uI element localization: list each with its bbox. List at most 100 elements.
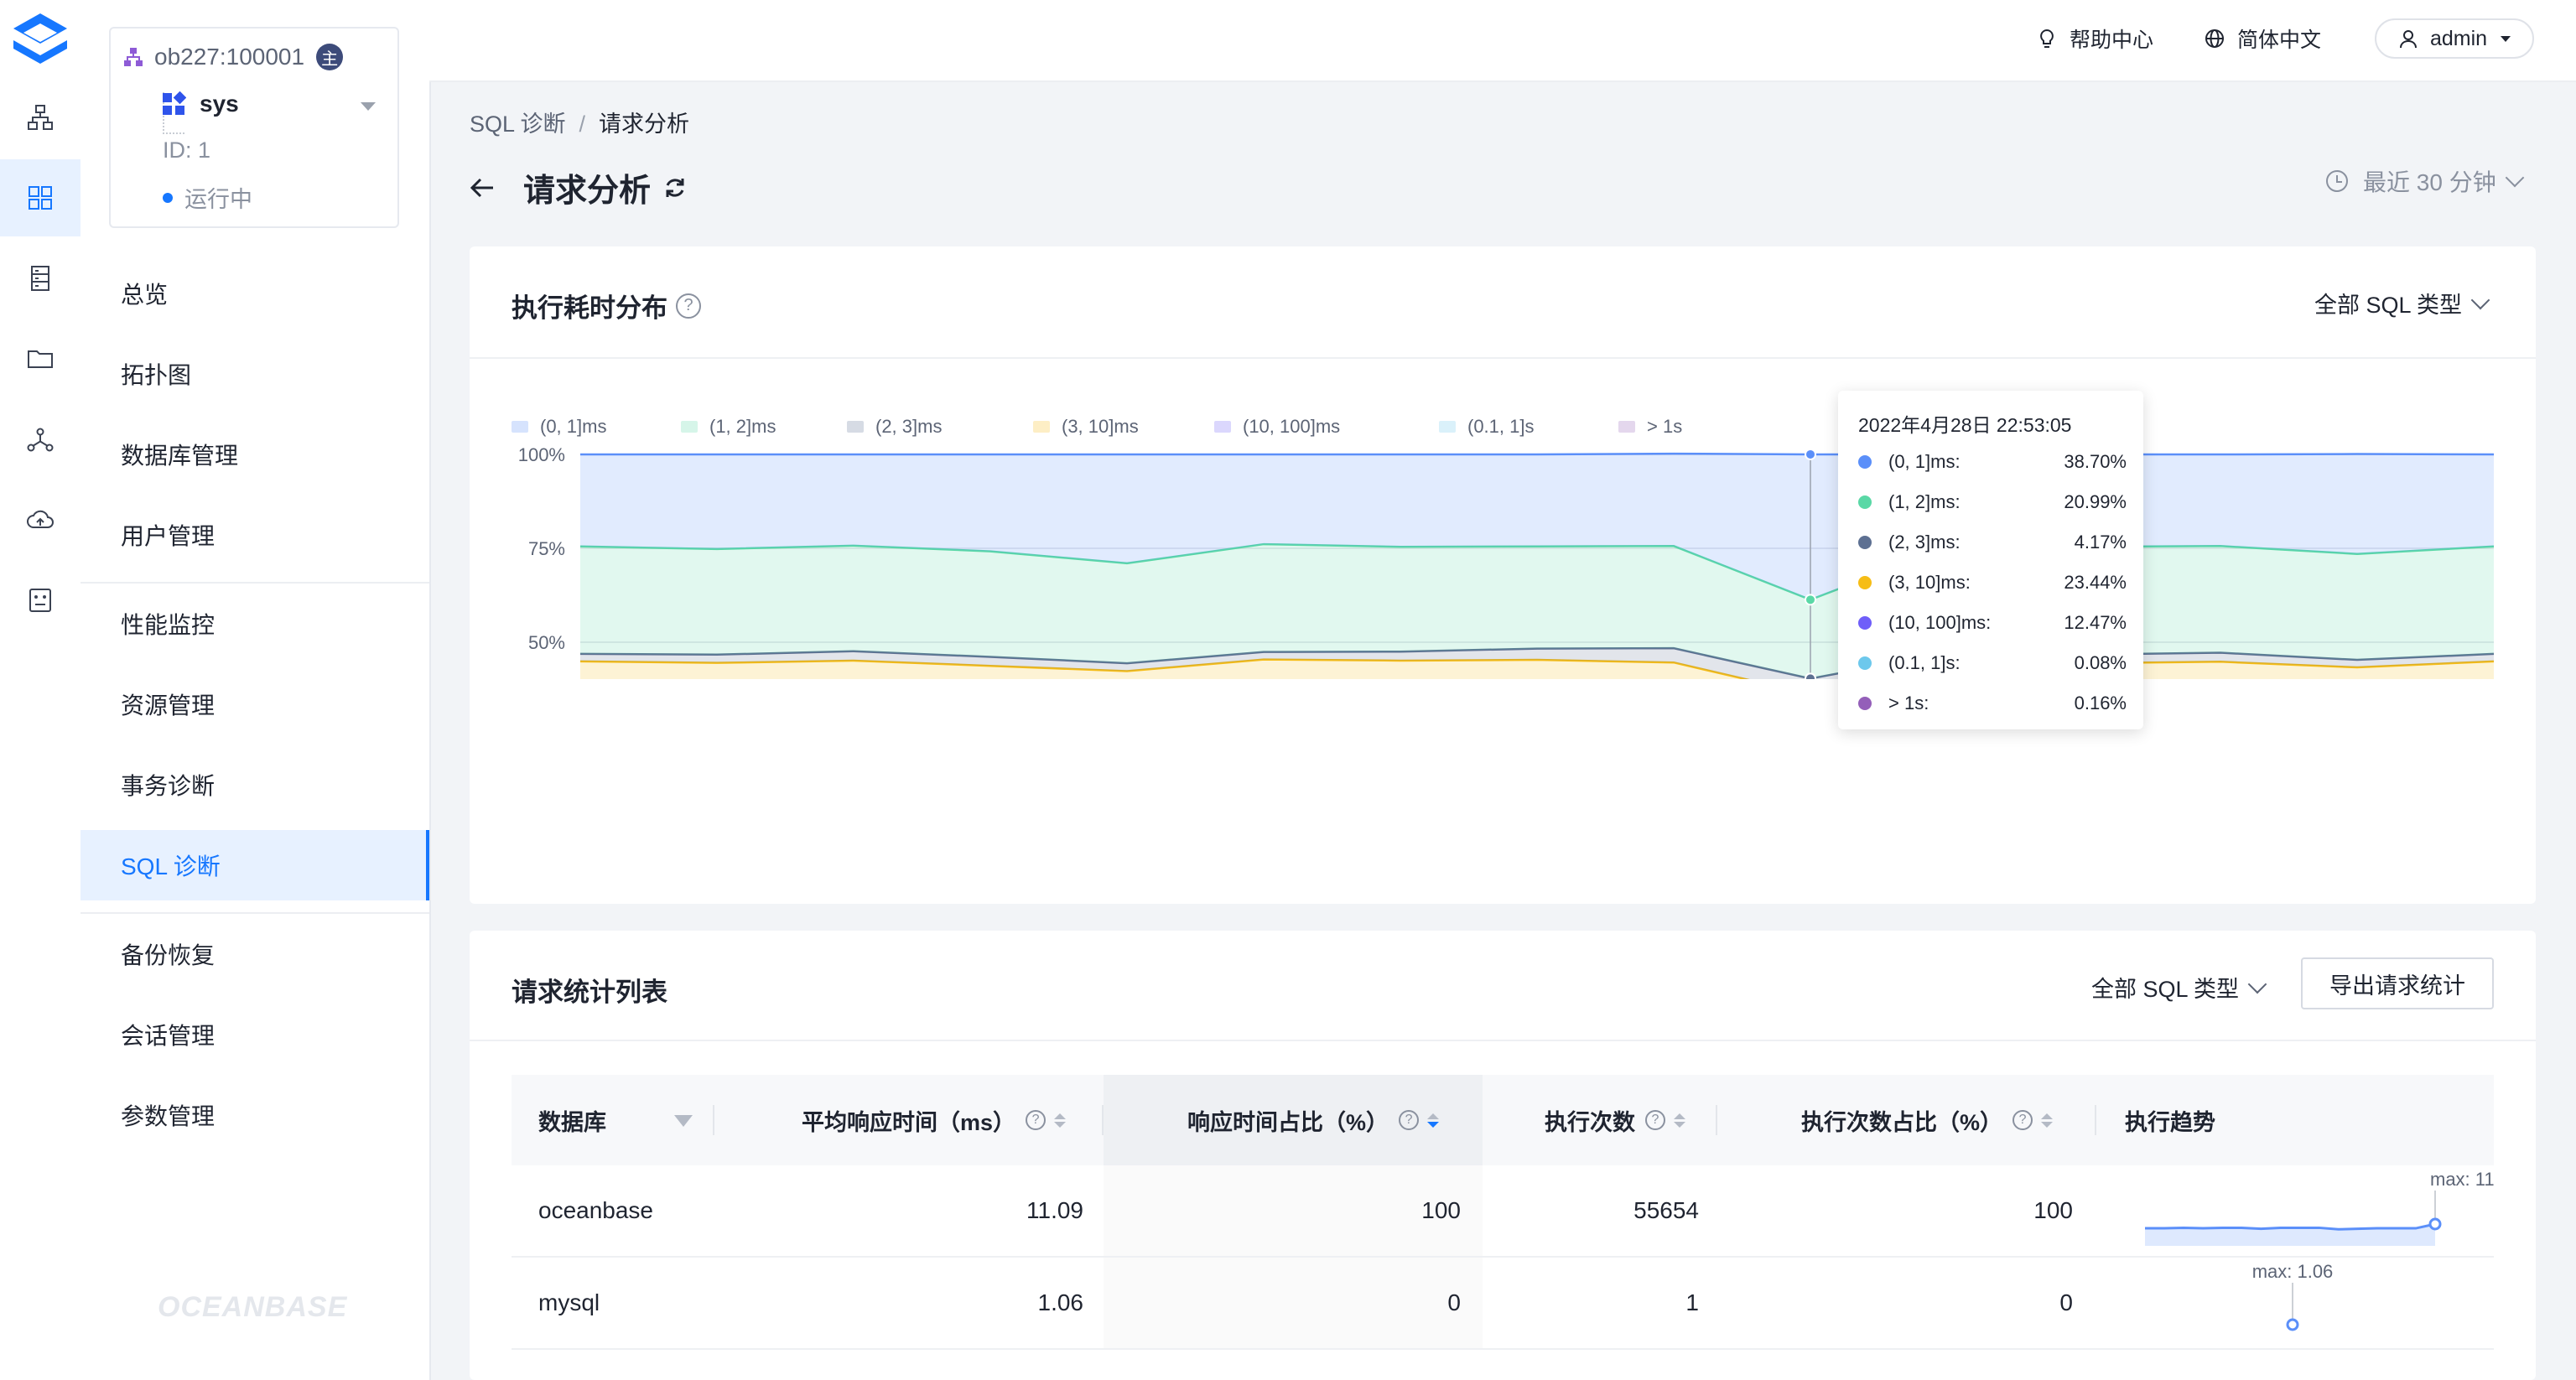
stacked-area-chart[interactable]: 0%25%50%75%100%22:3522:4022:4522:5022:55… bbox=[470, 357, 2536, 679]
tooltip-label: (10, 100]ms: bbox=[1888, 612, 1992, 633]
tooltip-label: > 1s: bbox=[1888, 693, 1929, 713]
table-row[interactable]: mysql 1.06 0 1 0 max: 1.06 bbox=[512, 1258, 2494, 1350]
oceanbase-logo[interactable] bbox=[7, 7, 74, 74]
col-exec-share[interactable]: 执行次数占比（%） ? bbox=[1801, 1075, 2054, 1165]
user-menu[interactable]: admin bbox=[2375, 18, 2534, 59]
column-separator bbox=[713, 1105, 714, 1135]
nav-topology[interactable]: 拓扑图 bbox=[80, 339, 429, 409]
filter-icon[interactable] bbox=[674, 1115, 693, 1127]
tooltip-value: 12.47% bbox=[2064, 612, 2127, 633]
tooltip-dot bbox=[1858, 656, 1872, 670]
col-response-share[interactable]: 响应时间占比（%） ? bbox=[1187, 1075, 1440, 1165]
hover-marker-0 bbox=[1805, 448, 1816, 460]
help-icon[interactable]: ? bbox=[1645, 1110, 1665, 1130]
distribution-title: 执行耗时分布 bbox=[512, 293, 667, 323]
tooltip-value: 4.17% bbox=[2074, 532, 2127, 553]
cell-database: oceanbase bbox=[538, 1197, 654, 1223]
tenant-card[interactable]: ob227:100001 主 sys ID: 1 运行中 bbox=[109, 27, 399, 228]
tenant-sys-icon bbox=[163, 91, 186, 115]
status-dot-icon bbox=[163, 192, 173, 203]
back-arrow-icon[interactable] bbox=[470, 175, 495, 200]
tooltip-label: (3, 10]ms: bbox=[1888, 572, 1971, 593]
rail-network-icon[interactable] bbox=[0, 401, 80, 478]
nav-sql-diagnosis[interactable]: SQL 诊断 bbox=[80, 830, 429, 900]
table-row[interactable]: oceanbase 11.09 100 55654 100 max: 11.74 bbox=[512, 1165, 2494, 1258]
nav-backup[interactable]: 备份恢复 bbox=[80, 919, 429, 989]
sort-icon[interactable] bbox=[1427, 1113, 1440, 1128]
chart-tooltip: 2022年4月28日 22:53:05 (0, 1]ms: 38.70% (1, 2… bbox=[1838, 391, 2143, 729]
network-icon bbox=[27, 428, 54, 452]
nav-session[interactable]: 会话管理 bbox=[80, 999, 429, 1070]
cell-exec-count: 1 bbox=[1685, 1289, 1699, 1315]
rail-folder-icon[interactable] bbox=[0, 320, 80, 397]
cell-exec-count: 55654 bbox=[1633, 1197, 1699, 1223]
topology-icon bbox=[28, 105, 53, 130]
nav-performance[interactable]: 性能监控 bbox=[80, 589, 429, 659]
tooltip-label: (1, 2]ms: bbox=[1888, 491, 1961, 512]
nav-parameter[interactable]: 参数管理 bbox=[80, 1080, 429, 1150]
y-tick-label: 75% bbox=[528, 538, 565, 559]
nav-overview[interactable]: 总览 bbox=[80, 258, 429, 329]
sort-icon[interactable] bbox=[2041, 1113, 2054, 1128]
col-exec-count[interactable]: 执行次数 ? bbox=[1545, 1075, 1685, 1165]
user-name: admin bbox=[2429, 26, 2488, 50]
stats-sql-type-filter[interactable]: 全部 SQL 类型 bbox=[2091, 971, 2267, 1004]
rail-tenant-icon[interactable] bbox=[0, 159, 80, 236]
language-switch[interactable]: 简体中文 bbox=[2204, 23, 2321, 54]
col-database: 数据库 bbox=[538, 1075, 606, 1165]
col-avg-response[interactable]: 平均响应时间（ms） ? bbox=[802, 1075, 1067, 1165]
rail-host-icon[interactable] bbox=[0, 240, 80, 317]
max-label: max: 1.06 bbox=[2252, 1261, 2334, 1282]
clock-icon bbox=[2326, 170, 2348, 192]
tenant-tree-icon bbox=[124, 48, 143, 66]
sql-type-filter[interactable]: 全部 SQL 类型 bbox=[2314, 287, 2490, 319]
breadcrumb-current: 请求分析 bbox=[599, 112, 690, 137]
distribution-card-header: 执行耗时分布 ? 全部 SQL 类型 bbox=[470, 246, 2536, 359]
stats-card: 请求统计列表 全部 SQL 类型 导出请求统计 数据库 平均响应时间（ms） ?… bbox=[470, 931, 2536, 1380]
rail-cluster-icon[interactable] bbox=[0, 79, 80, 156]
sort-icon[interactable] bbox=[1674, 1113, 1685, 1128]
sort-icon[interactable] bbox=[1054, 1113, 1067, 1128]
nav-divider bbox=[80, 582, 429, 584]
refresh-icon[interactable] bbox=[662, 175, 688, 200]
trend-sparkline[interactable]: max: 11.74 bbox=[2125, 1165, 2494, 1256]
nav-resource[interactable]: 资源管理 bbox=[80, 669, 429, 739]
breadcrumb-parent[interactable]: SQL 诊断 bbox=[470, 112, 566, 137]
help-icon[interactable]: ? bbox=[1399, 1110, 1420, 1130]
help-icon[interactable]: ? bbox=[1026, 1110, 1046, 1130]
rail-cloud-icon[interactable] bbox=[0, 481, 80, 558]
tenant-id: ID: 1 bbox=[163, 137, 211, 163]
tooltip-row: (0.1, 1]s: 0.08% bbox=[1858, 652, 2127, 674]
tooltip-dot bbox=[1858, 495, 1872, 509]
trend-sparkline[interactable]: max: 1.06 bbox=[2125, 1258, 2494, 1348]
col-exec-share-label: 执行次数占比（%） bbox=[1801, 1109, 2003, 1135]
help-center-link[interactable]: 帮助中心 bbox=[2036, 23, 2153, 54]
nav-user[interactable]: 用户管理 bbox=[80, 500, 429, 570]
rail-robot-icon[interactable] bbox=[0, 562, 80, 639]
tooltip-value: 0.08% bbox=[2074, 652, 2127, 673]
user-icon bbox=[2399, 30, 2417, 49]
nav-database[interactable]: 数据库管理 bbox=[80, 419, 429, 490]
nav-transaction[interactable]: 事务诊断 bbox=[80, 750, 429, 820]
cell-response-share: 0 bbox=[1447, 1289, 1461, 1315]
help-icon[interactable]: ? bbox=[676, 293, 701, 319]
y-tick-label: 100% bbox=[518, 444, 565, 465]
tooltip-value: 20.99% bbox=[2064, 491, 2127, 512]
max-label: max: 11.74 bbox=[2430, 1169, 2494, 1190]
tooltip-dot bbox=[1858, 697, 1872, 710]
tenant-switch-caret-icon[interactable] bbox=[361, 102, 376, 111]
chevron-down-icon bbox=[2470, 290, 2490, 309]
tooltip-label: (0, 1]ms: bbox=[1888, 451, 1961, 472]
export-stats-button[interactable]: 导出请求统计 bbox=[2301, 957, 2494, 1009]
chevron-down-icon bbox=[2247, 974, 2267, 993]
sparkline-line bbox=[2145, 1222, 2436, 1231]
cell-response-share: 100 bbox=[1421, 1197, 1461, 1223]
tooltip-value: 0.16% bbox=[2074, 693, 2127, 713]
cell-exec-share: 0 bbox=[2059, 1289, 2073, 1315]
tooltip-row: > 1s: 0.16% bbox=[1858, 693, 2127, 714]
folder-icon bbox=[28, 350, 53, 368]
help-icon[interactable]: ? bbox=[2012, 1110, 2033, 1130]
tenant-sys-label: sys bbox=[200, 91, 239, 117]
time-range-picker[interactable]: 最近 30 分钟 bbox=[2324, 164, 2525, 198]
stats-card-header: 请求统计列表 全部 SQL 类型 导出请求统计 bbox=[470, 931, 2536, 1041]
